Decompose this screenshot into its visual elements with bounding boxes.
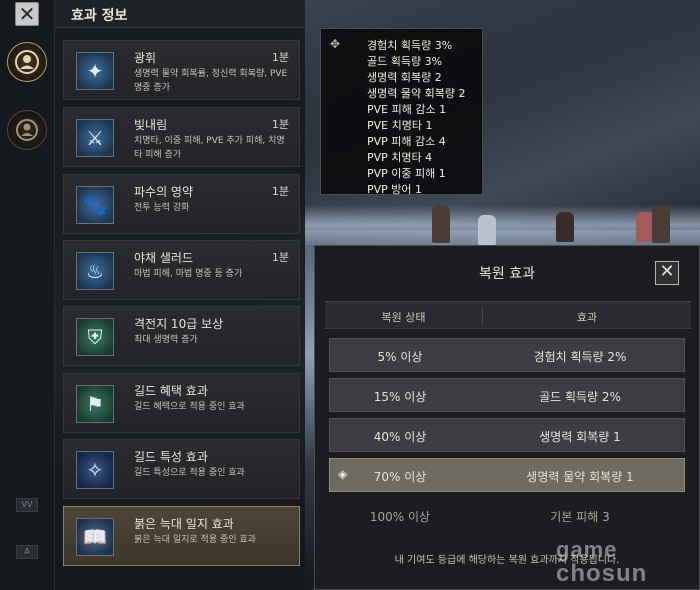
secondary-tab-button[interactable]	[7, 110, 47, 150]
watermark-line: chosun	[556, 560, 648, 587]
tooltip-stat-line: PVP 이중 피해 1	[367, 167, 446, 180]
effect-title: 격전지 10급 보상	[134, 317, 224, 331]
restore-effect: 골드 획득량 2%	[539, 390, 621, 404]
effect-duration: 1분	[271, 118, 289, 131]
background-character	[652, 205, 670, 243]
triquetra-icon: ✥	[330, 37, 341, 51]
column-header-effect: 효과	[576, 311, 598, 324]
dialog-close-button[interactable]: ✕	[655, 261, 679, 285]
effect-description: 붉은 늑대 일지로 적용 중인 효과	[134, 535, 256, 545]
background-character	[432, 205, 450, 243]
tooltip-stat-line: 골드 획득량 3%	[367, 55, 443, 68]
background-character	[556, 212, 574, 242]
sword-trident-icon: ⚔	[76, 119, 114, 157]
tooltip-stat-line: PVP 치명타 4	[367, 151, 433, 164]
food-dome-icon: ♨	[76, 252, 114, 290]
effect-card-bitnaerim[interactable]: ⚔ 빛내림 1분 치명타, 이중 피해, PVE 추가 피해, 치명타 피해 증…	[63, 107, 300, 167]
effect-description: 길드 특성으로 적용 중인 효과	[134, 468, 245, 478]
tooltip-stat-line: 생명력 물약 회복량 2	[367, 87, 466, 100]
effect-card-red-wolf-journal[interactable]: 📖 붉은 늑대 일지 효과 붉은 늑대 일지로 적용 중인 효과	[63, 506, 300, 566]
dialog-header: 복원 효과 ✕	[315, 246, 699, 294]
rail-small-button[interactable]: VV	[16, 498, 38, 512]
watermark-line: game	[556, 537, 618, 562]
effect-title: 야채 샐러드	[134, 251, 194, 265]
open-book-icon: 📖	[76, 518, 114, 556]
effect-title: 붉은 늑대 일지 효과	[134, 517, 234, 531]
restore-effect: 경험치 획득량 2%	[533, 350, 627, 364]
tooltip-stat-line: PVE 피해 감소 1	[367, 103, 447, 116]
tooltip-stat-line: PVP 방어 1	[367, 183, 423, 196]
effect-description: 생명력 물약 회복률, 정신력 회복량, PVE 명중 증가	[134, 69, 288, 93]
close-button[interactable]: ✕	[15, 2, 39, 26]
effect-card-battlefield-reward[interactable]: ⛨ 격전지 10급 보상 최대 생명력 증가	[63, 306, 300, 366]
user-icon	[16, 119, 38, 141]
effect-title: 길드 특성 효과	[134, 450, 208, 464]
panel-header: 효과 정보	[55, 0, 305, 28]
watermark: game chosun	[556, 538, 647, 586]
tooltip-stat-line: 생명력 회복량 2	[367, 71, 442, 84]
compass-star-icon: ✦	[76, 52, 114, 90]
tooltip-stat-line: 경험치 획득량 3%	[367, 39, 453, 52]
background-character	[478, 215, 496, 245]
effect-title: 빛내림	[134, 118, 168, 132]
restore-status: 70% 이상	[373, 470, 427, 484]
effect-description: 치명타, 이중 피해, PVE 추가 피해, 치명타 피해 증가	[134, 136, 285, 160]
effect-card-vegetable-salad[interactable]: ♨ 야채 샐러드 1분 마법 피해, 마법 명중 등 증가	[63, 240, 300, 300]
character-profile-icon	[15, 50, 39, 74]
effect-description: 최대 생명력 증가	[134, 335, 198, 345]
effect-info-tab-button[interactable]	[7, 42, 47, 82]
panel-title: 효과 정보	[71, 8, 128, 24]
effect-duration: 1분	[271, 185, 289, 198]
column-header-status: 복원 상태	[381, 311, 426, 324]
tooltip-stat-line: PVP 피해 감소 4	[367, 135, 446, 148]
left-icon-rail: ✕ VV A	[0, 0, 55, 590]
restore-status: 40% 이상	[373, 430, 427, 444]
effect-stats-tooltip: ✥ 경험치 획득량 3% 골드 획득량 3% 생명력 회복량 2 생명력 물약 …	[320, 28, 483, 196]
effect-description: 마법 피해, 마법 명중 등 증가	[134, 269, 243, 279]
effect-title: 파수의 영약	[134, 185, 194, 199]
restore-row-locked: 100% 이상 기본 피해 3	[329, 498, 685, 532]
effect-card-guild-benefit[interactable]: ⚑ 길드 혜택 효과 길드 혜택으로 적용 중인 효과	[63, 373, 300, 433]
restore-effect: 생명력 물약 회복량 1	[526, 470, 634, 484]
restore-status: 15% 이상	[373, 390, 427, 404]
effect-duration: 1분	[271, 51, 289, 64]
paw-icon: 🐾	[76, 186, 114, 224]
effect-description: 길드 혜택으로 적용 중인 효과	[134, 402, 245, 412]
restore-row: 15% 이상 골드 획득량 2%	[329, 378, 685, 412]
restore-row-current: ◈ 70% 이상 생명력 물약 회복량 1	[329, 458, 685, 492]
effect-title: 길드 혜택 효과	[134, 384, 208, 398]
constellation-icon: ✧	[76, 451, 114, 489]
restore-status: 100% 이상	[369, 510, 431, 524]
effect-duration: 1분	[271, 251, 289, 264]
effect-description: 전투 능력 강화	[134, 203, 190, 213]
restore-effect: 생명력 회복량 1	[539, 430, 621, 444]
effect-card-guild-trait[interactable]: ✧ 길드 특성 효과 길드 특성으로 적용 중인 효과	[63, 439, 300, 499]
effect-info-panel: 효과 정보 ✦ 광휘 1분 생명력 물약 회복률, 정신력 회복량, PVE 명…	[55, 0, 305, 590]
tooltip-stat-line: PVE 치명타 1	[367, 119, 433, 132]
effect-card-gwanghwi[interactable]: ✦ 광휘 1분 생명력 물약 회복률, 정신력 회복량, PVE 명중 증가	[63, 40, 300, 100]
rail-small-button[interactable]: A	[16, 545, 38, 559]
shield-emblem-icon: ⛨	[76, 318, 114, 356]
restore-table-header: 복원 상태 효과	[325, 301, 691, 329]
effect-title: 광휘	[134, 51, 157, 65]
restore-row: 5% 이상 경험치 획득량 2%	[329, 338, 685, 372]
guild-banner-icon: ⚑	[76, 385, 114, 423]
effect-card-guardian-elixir[interactable]: 🐾 파수의 영약 1분 전투 능력 강화	[63, 174, 300, 234]
dialog-title: 복원 효과	[479, 266, 535, 282]
restore-status: 5% 이상	[377, 350, 423, 364]
restore-effect: 기본 피해 3	[550, 510, 610, 524]
restore-row: 40% 이상 생명력 회복량 1	[329, 418, 685, 452]
